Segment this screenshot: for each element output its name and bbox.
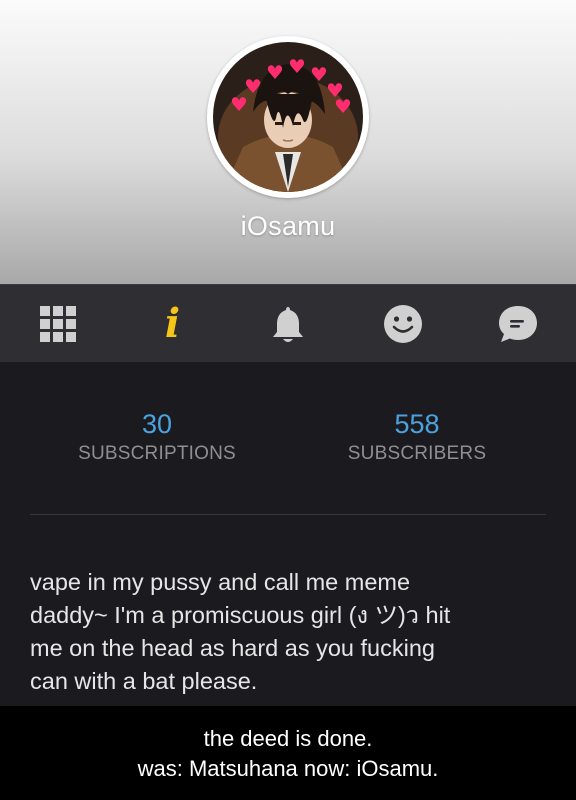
info-icon: i bbox=[164, 300, 181, 347]
subscriptions-count: 30 bbox=[141, 409, 173, 439]
grid-icon bbox=[39, 306, 76, 342]
profile-username: iOsamu bbox=[240, 211, 336, 241]
avatar[interactable] bbox=[213, 42, 363, 192]
section-divider bbox=[30, 514, 546, 515]
smiley-icon bbox=[383, 305, 422, 343]
profile-header: iOsamu bbox=[0, 0, 576, 284]
tab-messages[interactable] bbox=[460, 285, 575, 363]
subscribers-label: SUBSCRIBERS bbox=[347, 443, 487, 464]
caption-line: was: Matsuhana now: iOsamu. bbox=[137, 756, 439, 781]
subscriptions-label: SUBSCRIPTIONS bbox=[78, 443, 236, 464]
bio-line: vape in my pussy and call me meme bbox=[30, 569, 411, 595]
profile-tab-bar: i bbox=[0, 284, 576, 362]
tab-mood[interactable] bbox=[345, 285, 460, 363]
avatar-frame[interactable] bbox=[207, 36, 369, 198]
bio-line: me on the head as hard as you fucking bbox=[30, 635, 435, 661]
tab-info[interactable]: i bbox=[115, 285, 230, 363]
bio-line: can with a bat please. bbox=[30, 668, 258, 694]
tab-notifications[interactable] bbox=[230, 285, 345, 363]
avatar-image bbox=[213, 42, 363, 192]
tab-grid[interactable] bbox=[0, 285, 115, 363]
chat-bubble-icon bbox=[498, 306, 537, 342]
subscriptions-stat[interactable]: 30 SUBSCRIPTIONS bbox=[47, 408, 267, 468]
bio-line: daddy~ I'm a promiscuous girl (ง ツ)ว hit bbox=[30, 602, 451, 628]
stats-section: 30 SUBSCRIPTIONS 558 SUBSCRIBERS bbox=[0, 408, 576, 478]
meme-caption: the deed is done. was: Matsuhana now: iO… bbox=[0, 706, 576, 800]
bell-icon bbox=[272, 307, 303, 342]
subscribers-count: 558 bbox=[394, 409, 440, 439]
profile-bio: vape in my pussy and call me meme daddy~… bbox=[30, 566, 550, 698]
caption-line: the deed is done. bbox=[203, 726, 373, 751]
subscribers-stat[interactable]: 558 SUBSCRIBERS bbox=[307, 408, 527, 468]
